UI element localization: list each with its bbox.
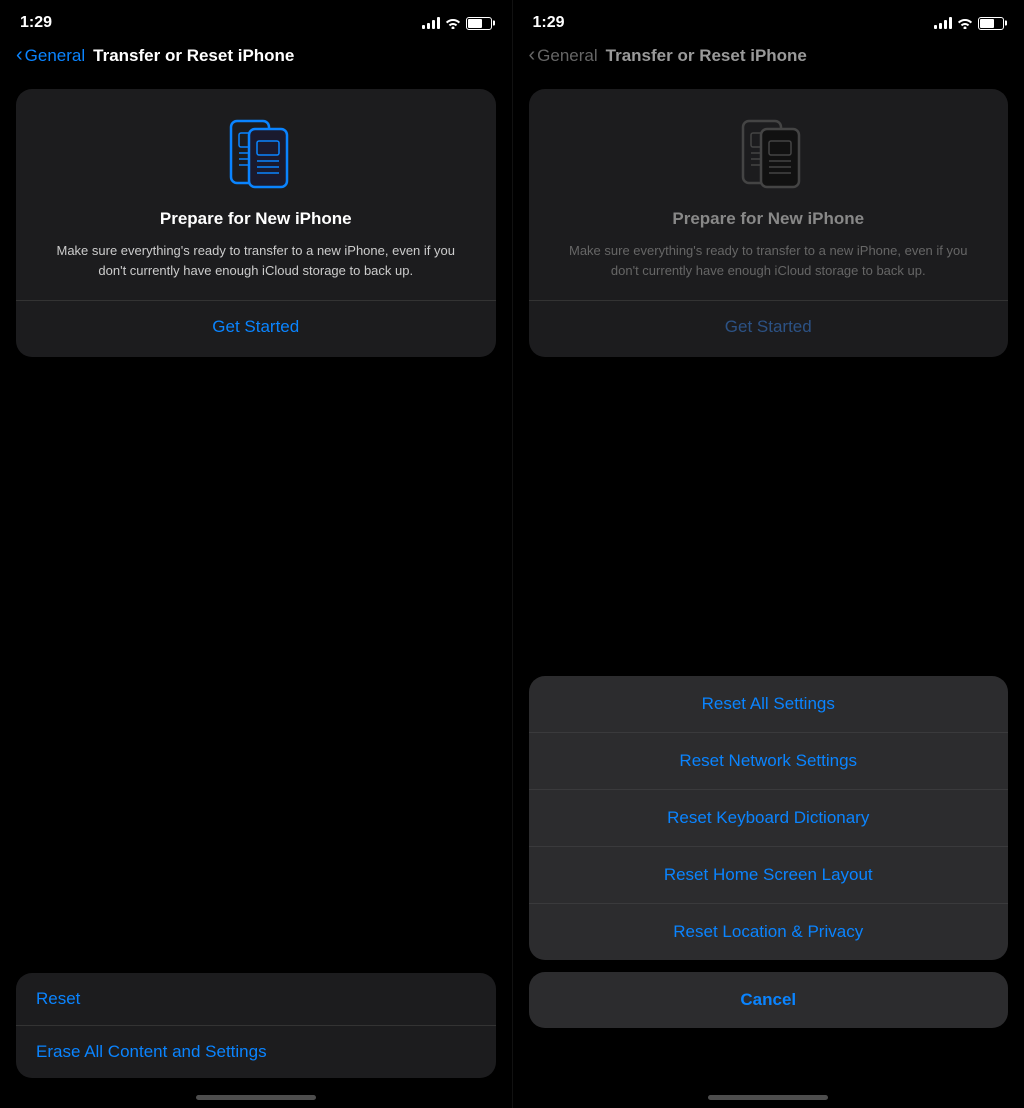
right-get-started-button[interactable]: Get Started [549, 317, 989, 337]
left-nav-title: Transfer or Reset iPhone [93, 46, 294, 66]
right-status-bar: 1:29 [513, 0, 1024, 40]
right-panel-content: Prepare for New iPhone Make sure everyth… [513, 79, 1024, 1108]
right-reset-modal-container: Reset All Settings Reset Network Setting… [529, 676, 1009, 1028]
left-status-bar: 1:29 [0, 0, 512, 40]
right-wifi-icon [957, 17, 973, 29]
right-phone-panel: 1:29 ‹ General Transfer or Reset iPhone [513, 0, 1024, 1108]
right-back-label[interactable]: General [537, 46, 597, 66]
reset-location-privacy-button[interactable]: Reset Location & Privacy [529, 904, 1009, 960]
reset-network-settings-button[interactable]: Reset Network Settings [529, 733, 1009, 790]
right-time: 1:29 [533, 14, 565, 32]
left-nav-bar: ‹ General Transfer or Reset iPhone [0, 40, 512, 79]
left-battery-icon [466, 17, 492, 30]
left-home-indicator [196, 1095, 316, 1100]
right-signal-icon [934, 17, 952, 29]
right-phones-icon [549, 113, 989, 193]
left-reset-item-0[interactable]: Reset [16, 973, 496, 1026]
right-nav-bar: ‹ General Transfer or Reset iPhone [513, 40, 1024, 79]
right-back-button[interactable]: ‹ General [529, 44, 598, 67]
right-card-title: Prepare for New iPhone [549, 209, 989, 229]
right-battery-icon [978, 17, 1004, 30]
right-reset-modal-list: Reset All Settings Reset Network Setting… [529, 676, 1009, 960]
left-card-divider [16, 300, 496, 301]
left-back-label[interactable]: General [25, 46, 85, 66]
left-time: 1:29 [20, 14, 52, 32]
reset-home-screen-layout-button[interactable]: Reset Home Screen Layout [529, 847, 1009, 904]
left-panel-content: Prepare for New iPhone Make sure everyth… [0, 79, 512, 1108]
left-erase-item[interactable]: Erase All Content and Settings [16, 1026, 496, 1078]
left-phone-panel: 1:29 ‹ General Transfer or Reset iPhone [0, 0, 512, 1108]
right-status-icons [934, 17, 1004, 30]
right-prepare-card: Prepare for New iPhone Make sure everyth… [529, 89, 1009, 357]
left-status-icons [422, 17, 492, 30]
left-get-started-button[interactable]: Get Started [36, 317, 476, 337]
reset-all-settings-button[interactable]: Reset All Settings [529, 676, 1009, 733]
left-wifi-icon [445, 17, 461, 29]
right-nav-title: Transfer or Reset iPhone [606, 46, 807, 66]
left-phones-icon [36, 113, 476, 193]
left-prepare-card: Prepare for New iPhone Make sure everyth… [16, 89, 496, 357]
left-signal-icon [422, 17, 440, 29]
left-card-desc: Make sure everything's ready to transfer… [36, 241, 476, 280]
left-chevron-icon: ‹ [16, 44, 23, 67]
left-bottom-section: Reset Erase All Content and Settings [0, 973, 512, 1108]
cancel-button[interactable]: Cancel [529, 972, 1009, 1028]
left-reset-list: Reset Erase All Content and Settings [16, 973, 496, 1078]
right-home-indicator [708, 1095, 828, 1100]
left-card-title: Prepare for New iPhone [36, 209, 476, 229]
right-chevron-icon: ‹ [529, 44, 536, 67]
left-back-button[interactable]: ‹ General [16, 44, 85, 67]
reset-keyboard-dictionary-button[interactable]: Reset Keyboard Dictionary [529, 790, 1009, 847]
right-card-divider [529, 300, 1009, 301]
right-card-desc: Make sure everything's ready to transfer… [549, 241, 989, 280]
